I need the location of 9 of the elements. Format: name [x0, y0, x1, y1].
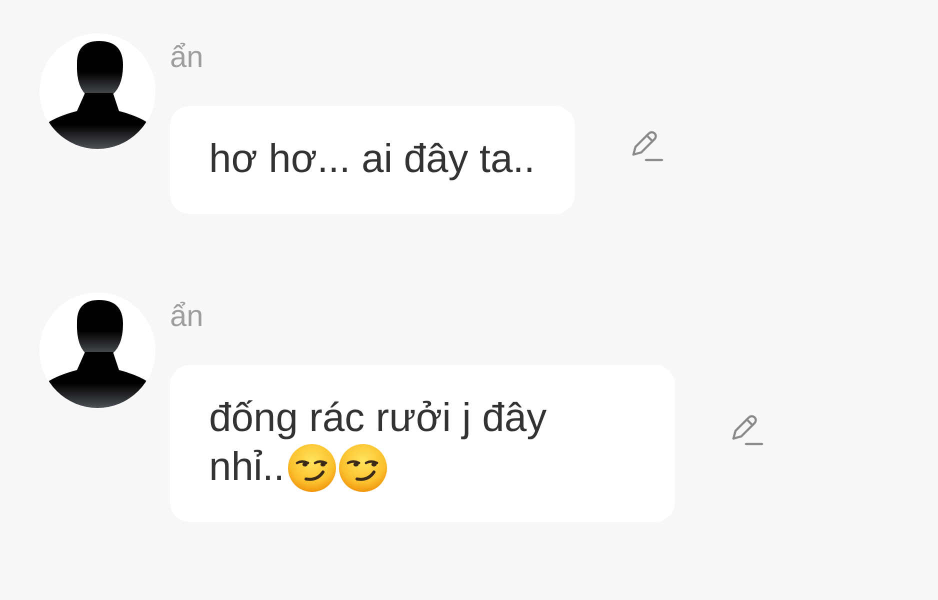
message-text: nhỉ.. — [209, 444, 285, 491]
smirking-face-icon — [288, 444, 336, 492]
avatar-icon — [39, 292, 156, 409]
avatar-icon — [39, 33, 156, 150]
message-text: đống rác rưởi j đây — [209, 395, 547, 442]
sender-name: ẩn — [170, 40, 204, 76]
smirking-face-icon — [338, 444, 387, 492]
message-text: hơ hơ... ai đây ta.. — [209, 136, 535, 183]
sender-name: ẩn — [170, 299, 204, 335]
